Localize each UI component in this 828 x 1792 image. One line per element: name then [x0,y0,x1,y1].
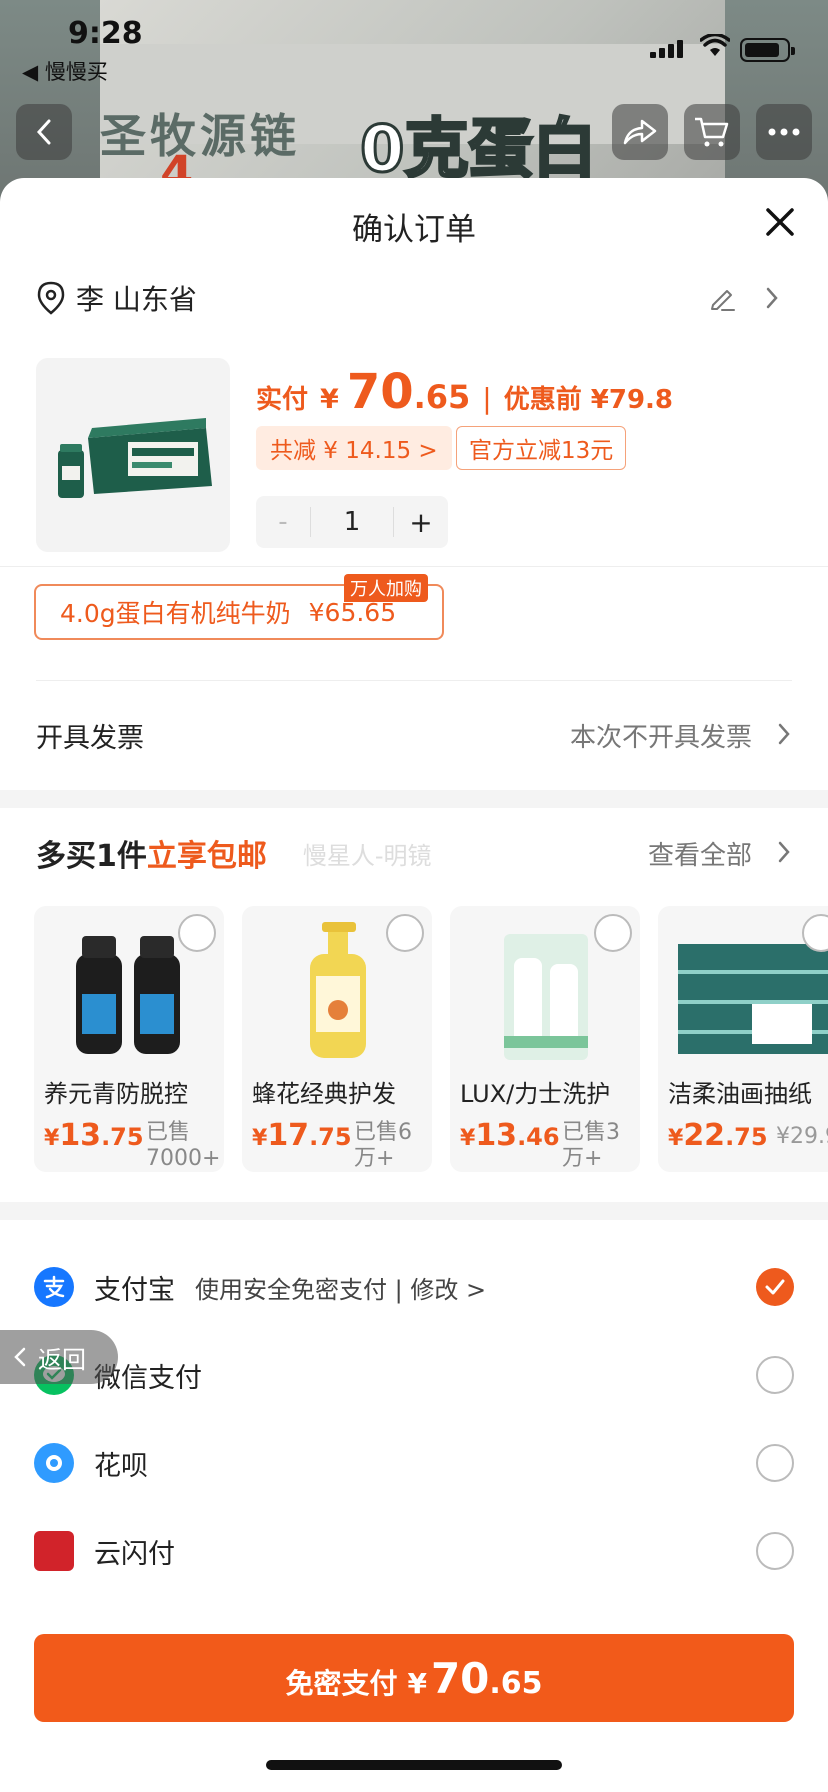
selected-radio[interactable] [756,1268,794,1306]
home-indicator [266,1760,562,1770]
edit-icon[interactable] [708,284,736,312]
select-radio[interactable] [756,1532,794,1570]
decrease-button[interactable]: - [256,507,310,537]
section-gap [0,790,828,808]
select-radio[interactable] [386,914,424,952]
official-discount-tag: 官方立减13元 [456,426,627,470]
ellipsis-icon [768,128,800,136]
original-price: ¥29.9 [776,1124,828,1149]
invoice-value: 本次不开具发票 [569,722,752,753]
product-price: ¥13.46 [460,1118,560,1153]
invoice-label: 开具发票 [36,722,144,754]
addon-product-card[interactable]: 养元青防脱控 ¥13.75 已售7000+ [34,906,224,1172]
popular-badge: 万人加购 [344,574,428,602]
more-options-button[interactable] [756,104,812,160]
addon-product-list: 养元青防脱控 ¥13.75 已售7000+ 蜂花经典护发 ¥17.75 已售6万… [34,906,828,1172]
sold-count: 已售6万+ [354,1120,412,1171]
payment-name: 支付宝 [94,1274,175,1306]
price-summary: 实付 ¥ 70 .65 | 优惠前 ¥79.8 [256,364,674,420]
product-price: ¥13.75 [44,1118,144,1153]
alipay-settings-link[interactable]: 使用安全免密支付 | 修改 > [195,1270,486,1305]
checkmark-icon [765,1279,785,1295]
select-radio[interactable] [756,1356,794,1394]
product-image [36,358,230,552]
payment-option-alipay[interactable]: 支付宝 使用安全免密支付 | 修改 > [34,1262,794,1312]
floating-back-button[interactable]: 返回 [0,1330,118,1384]
product-price: ¥17.75 [252,1118,352,1153]
pay-button[interactable]: 免密支付 ¥ 70 .65 [34,1634,794,1722]
payment-name: 花呗 [94,1450,148,1482]
cart-icon [695,117,729,147]
addon-product-card[interactable]: 蜂花经典护发 ¥17.75 已售6万+ [242,906,432,1172]
product-name: 养元青防脱控 [44,1080,188,1108]
address-row[interactable]: 李 山东省 [36,278,792,318]
divider [36,680,792,681]
confirm-order-sheet: 确认订单 李 山东省 实付 ¥ 70 .65 | 优惠前 ¥79.8 共减 ¥ … [0,178,828,1792]
price-integer: 70 [346,364,414,420]
nav-back-button[interactable] [16,104,72,160]
chevron-left-icon [14,1347,26,1367]
sheet-title: 确认订单 [352,212,476,248]
variant-name: 4.0g蛋白有机纯牛奶 [60,599,291,628]
increase-button[interactable]: + [394,506,448,539]
wifi-icon [700,34,730,56]
quantity-value[interactable]: 1 [310,507,394,537]
payment-option-unionpay[interactable]: 云闪付 [34,1526,794,1576]
close-icon[interactable] [758,200,802,244]
sold-count: 已售7000+ [146,1120,221,1171]
select-radio[interactable] [594,914,632,952]
price-separator: | [482,382,492,415]
alipay-icon [34,1267,74,1307]
cellular-signal-icon [650,40,683,58]
status-time: 9:28 [68,16,143,51]
price-decimal: .65 [413,378,471,416]
chevron-right-icon [766,287,778,309]
address-text: 李 山东省 [76,283,197,316]
chevron-right-icon [778,723,790,745]
pay-label: 实付 [256,385,309,415]
product-price: ¥22.75 [668,1118,768,1153]
banner-headline: 0克蛋白 [359,112,599,189]
watermark: 慢星人-明镜 [302,841,432,870]
pay-button-amount: 70 [430,1654,490,1703]
product-name: 洁柔油画抽纸 [668,1080,812,1108]
payment-name: 云闪付 [94,1538,175,1570]
huabei-icon [34,1443,74,1483]
sold-count: 已售3万+ [562,1120,620,1171]
more-buy-title: 多买1件 [36,839,147,874]
banner-text: 圣牧源链 [100,109,300,163]
product-name: LUX/力士洗护 [460,1080,611,1108]
share-icon [623,119,657,145]
section-gap [0,1202,828,1220]
pay-button-decimal: .65 [489,1666,543,1701]
back-to-app-link[interactable]: ◀ 慢慢买 [22,56,108,86]
invoice-row[interactable]: 开具发票 本次不开具发票 [36,710,792,760]
addon-product-card[interactable]: 洁柔油画抽纸 ¥22.75 ¥29.9 [658,906,828,1172]
original-price: 优惠前 ¥79.8 [503,385,674,415]
total-discount-tag[interactable]: 共减 ¥ 14.15 > [256,426,452,470]
location-pin-icon [37,281,65,315]
payment-option-wechat[interactable]: 微信支付 [34,1350,794,1400]
quantity-stepper: - 1 + [256,496,448,548]
addon-product-card[interactable]: LUX/力士洗护 ¥13.46 已售3万+ [450,906,640,1172]
cart-button[interactable] [684,104,740,160]
pay-button-label: 免密支付 [285,1667,398,1700]
share-button[interactable] [612,104,668,160]
view-all-link[interactable]: 查看全部 [648,835,752,872]
floating-back-label: 返回 [38,1345,86,1374]
divider [0,566,828,567]
more-buy-header: 多买1件 立享包邮 慢星人-明镜 查看全部 [36,828,792,878]
free-shipping-highlight: 立享包邮 [146,839,267,874]
select-radio[interactable] [178,914,216,952]
unionpay-icon [34,1531,74,1571]
currency-symbol: ¥ [320,384,339,415]
select-radio[interactable] [756,1444,794,1482]
chevron-right-icon [778,841,790,863]
chevron-left-icon [36,119,51,145]
payment-option-huabei[interactable]: 花呗 [34,1438,794,1488]
status-bar: 9:28 ◀ 慢慢买 [0,0,828,90]
pay-button-currency: ¥ [407,1667,427,1700]
product-name: 蜂花经典护发 [252,1080,396,1108]
battery-icon [740,38,795,62]
